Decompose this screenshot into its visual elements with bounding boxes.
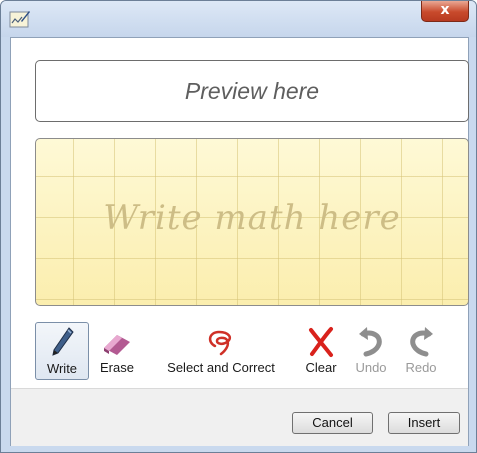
clear-x-icon — [298, 324, 344, 360]
panel-body: Preview here Write math here Write Erase… — [10, 37, 469, 446]
erase-tool-label: Erase — [100, 360, 134, 375]
writing-area[interactable]: Write math here — [35, 138, 469, 306]
writing-area-hint: Write math here — [103, 198, 401, 238]
redo-icon — [397, 324, 445, 360]
math-input-icon — [9, 9, 31, 29]
undo-icon — [348, 324, 394, 360]
preview-area: Preview here — [35, 60, 469, 122]
undo-tool-label: Undo — [355, 360, 387, 375]
math-input-panel-window: x Preview here Write math here Write Era… — [0, 0, 477, 453]
redo-tool-label: Redo — [405, 360, 437, 375]
pen-icon — [36, 325, 88, 361]
clear-tool-label: Clear — [305, 360, 337, 375]
write-tool-button[interactable]: Write — [35, 322, 89, 380]
lasso-icon — [149, 324, 293, 360]
erase-tool-button[interactable]: Erase — [95, 322, 139, 380]
title-bar[interactable]: x — [1, 1, 476, 37]
ink-toolbar: Write Erase Select and Correct Clear Und… — [11, 318, 468, 384]
undo-tool-button[interactable]: Undo — [348, 322, 394, 380]
redo-tool-button[interactable]: Redo — [397, 322, 445, 380]
close-button[interactable]: x — [421, 1, 469, 22]
dialog-button-bar: Cancel Insert — [11, 388, 468, 446]
select-correct-tool-button[interactable]: Select and Correct — [149, 322, 293, 380]
write-tool-label: Write — [46, 361, 78, 376]
eraser-icon — [95, 324, 139, 360]
insert-button[interactable]: Insert — [388, 412, 460, 434]
cancel-button[interactable]: Cancel — [292, 412, 373, 434]
clear-tool-button[interactable]: Clear — [298, 322, 344, 380]
select-correct-tool-label: Select and Correct — [167, 360, 275, 375]
